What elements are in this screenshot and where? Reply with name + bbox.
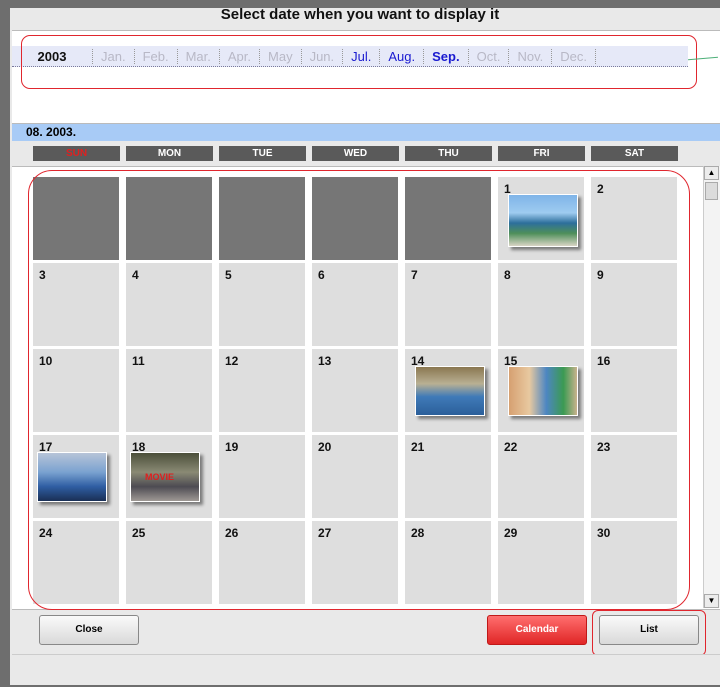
calendar-highlight [28,170,690,610]
weekday-wed: WED [312,146,399,161]
scroll-up-icon[interactable]: ▲ [704,166,719,180]
weekday-tue: TUE [219,146,306,161]
scroll-down-icon[interactable]: ▼ [704,594,719,608]
weekday-thu: THU [405,146,492,161]
weekday-mon: MON [126,146,213,161]
weekday-fri: FRI [498,146,585,161]
list-button-highlight [592,610,706,656]
weekday-sun: SUN [33,146,120,161]
month-bar-highlight [21,35,697,89]
weekday-header-row: SUN MON TUE WED THU FRI SAT [33,146,683,161]
current-month-label: 08. 2003. [12,124,720,141]
vertical-scrollbar[interactable]: ▲ ▼ [703,166,720,608]
bottom-strip [12,654,720,677]
scroll-thumb[interactable] [705,182,718,200]
window-title: Select date when you want to display it [220,6,500,23]
calendar-button[interactable]: Calendar [487,615,587,645]
weekday-sat: SAT [591,146,678,161]
close-button[interactable]: Close [39,615,139,645]
